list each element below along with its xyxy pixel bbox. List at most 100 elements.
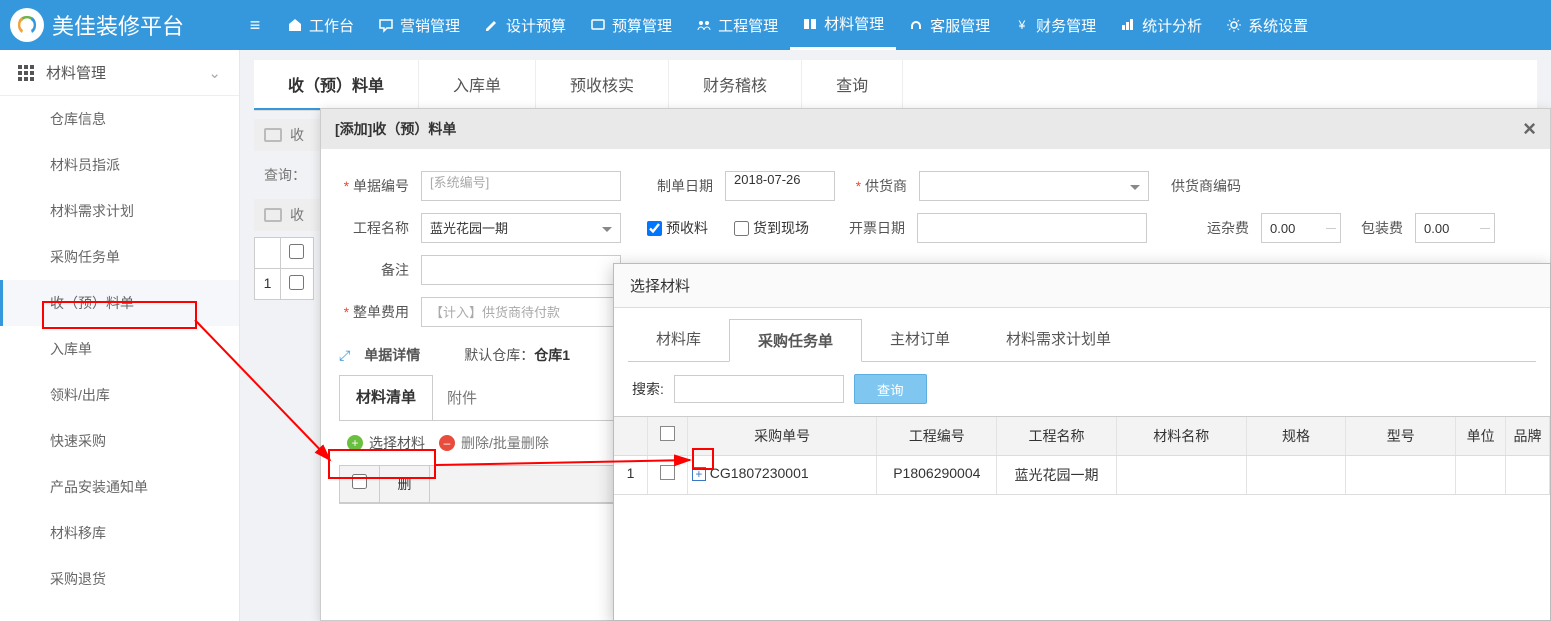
- doc-no-label: 单据编号: [339, 176, 409, 196]
- row-checkbox[interactable]: [660, 465, 675, 480]
- query-button[interactable]: 查询: [854, 374, 927, 404]
- cs-icon: [908, 17, 924, 33]
- nav-workbench[interactable]: 工作台: [275, 0, 366, 50]
- budget-icon: [590, 17, 606, 33]
- expand-icon[interactable]: ⤢: [339, 347, 350, 364]
- page-tabs: 收（预）料单入库单预收核实财务稽核查询: [254, 60, 1537, 111]
- top-nav: 工作台营销管理设计预算预算管理工程管理材料管理客服管理¥财务管理统计分析系统设置: [275, 0, 1320, 50]
- picker-tab-0[interactable]: 材料库: [628, 318, 729, 361]
- monitor-icon: [264, 128, 282, 142]
- nav-cs[interactable]: 客服管理: [896, 0, 1002, 50]
- logo-icon: [10, 8, 44, 42]
- picker-tab-3[interactable]: 材料需求计划单: [978, 318, 1139, 361]
- page-tab-4[interactable]: 查询: [802, 60, 903, 110]
- sidebar-item-1[interactable]: 材料员指派: [0, 142, 239, 188]
- prerecv-checkbox[interactable]: 预收料: [647, 218, 708, 238]
- bg-query-label: 查询：: [264, 165, 306, 185]
- nav-material[interactable]: 材料管理: [790, 0, 896, 50]
- page-tab-2[interactable]: 预收核实: [536, 60, 669, 110]
- stats-icon: [1120, 17, 1136, 33]
- select-material-button[interactable]: + 选择材料: [347, 433, 425, 453]
- sidebar-item-9[interactable]: 材料移库: [0, 510, 239, 556]
- supplier-select[interactable]: [919, 171, 1149, 201]
- sidebar-list: 仓库信息材料员指派材料需求计划采购任务单收（预）料单入库单领料/出库快速采购产品…: [0, 96, 239, 602]
- tab-attachment[interactable]: 附件: [437, 375, 487, 420]
- sidebar-item-8[interactable]: 产品安装通知单: [0, 464, 239, 510]
- nav-marketing[interactable]: 营销管理: [366, 0, 472, 50]
- nav-budget[interactable]: 预算管理: [578, 0, 684, 50]
- bg-row-checkbox[interactable]: [289, 275, 304, 290]
- wholefee-label: 整单费用: [339, 302, 409, 322]
- wholefee-input[interactable]: 【计入】供货商待付款: [421, 297, 621, 327]
- col-mn: 材料名称: [1117, 417, 1247, 455]
- shipfee-input[interactable]: 0.00: [1261, 213, 1341, 243]
- dialog1-title: [添加]收（预）料单: [335, 119, 456, 139]
- col-brand: 品牌: [1506, 417, 1550, 455]
- bg-row-num: 1: [255, 269, 281, 299]
- arrive-checkbox[interactable]: 货到现场: [734, 218, 809, 238]
- sidebar-item-6[interactable]: 领料/出库: [0, 372, 239, 418]
- system-icon: [1226, 17, 1242, 33]
- col-model: 型号: [1346, 417, 1456, 455]
- col-pj: 工程编号: [877, 417, 997, 455]
- bg-title2: 收: [290, 205, 304, 225]
- tab-material-list[interactable]: 材料清单: [339, 375, 433, 420]
- grid-head-checkbox[interactable]: [660, 426, 675, 441]
- col-unit: 单位: [1456, 417, 1506, 455]
- nav-system[interactable]: 系统设置: [1214, 0, 1320, 50]
- close-icon[interactable]: ×: [1523, 116, 1536, 142]
- expand-plus-icon[interactable]: +: [692, 467, 706, 481]
- nav-stats[interactable]: 统计分析: [1108, 0, 1214, 50]
- sidebar-title: 材料管理: [46, 62, 106, 83]
- col-cg: 采购单号: [688, 417, 878, 455]
- table-row[interactable]: 1+ CG1807230001P1806290004蓝光花园一期: [614, 456, 1550, 495]
- bulk-delete-button[interactable]: – 删除/批量删除: [439, 433, 549, 453]
- grid-head-checkbox[interactable]: [352, 474, 367, 489]
- picker-tab-1[interactable]: 采购任务单: [729, 319, 862, 362]
- dialog2-header: 选择材料: [614, 264, 1550, 308]
- project-icon: [696, 17, 712, 33]
- nav-project[interactable]: 工程管理: [684, 0, 790, 50]
- shipfee-label: 运杂费: [1189, 218, 1249, 238]
- project-select[interactable]: 蓝光花园一期: [421, 213, 621, 243]
- finance-icon: ¥: [1014, 17, 1030, 33]
- design-icon: [484, 17, 500, 33]
- logo: 美佳装修平台: [10, 8, 235, 42]
- detail-label: 单据详情: [364, 345, 420, 365]
- cg-no: CG1807230001: [710, 465, 809, 481]
- page-tab-0[interactable]: 收（预）料单: [254, 60, 419, 110]
- packfee-input[interactable]: 0.00: [1415, 213, 1495, 243]
- sidebar-item-10[interactable]: 采购退货: [0, 556, 239, 602]
- picker-tab-2[interactable]: 主材订单: [862, 318, 978, 361]
- sidebar-item-3[interactable]: 采购任务单: [0, 234, 239, 280]
- make-date-input[interactable]: 2018-07-26: [725, 171, 835, 201]
- dialog1-header: [添加]收（预）料单 ×: [321, 109, 1550, 149]
- col-spec: 规格: [1247, 417, 1347, 455]
- invoice-date-input[interactable]: [917, 213, 1147, 243]
- sidebar-item-4[interactable]: 收（预）料单: [0, 280, 239, 326]
- sidebar-item-0[interactable]: 仓库信息: [0, 96, 239, 142]
- sidebar-header[interactable]: 材料管理 ⌄: [0, 50, 239, 96]
- doc-no-input[interactable]: [系统编号]: [421, 171, 621, 201]
- grid-icon: [18, 65, 34, 81]
- default-store-label: 默认仓库：: [464, 347, 534, 363]
- sidebar-item-2[interactable]: 材料需求计划: [0, 188, 239, 234]
- page-tab-1[interactable]: 入库单: [419, 60, 536, 110]
- menu-toggle-icon[interactable]: ≡: [235, 15, 275, 36]
- remark-input[interactable]: [421, 255, 621, 285]
- search-input[interactable]: [674, 375, 844, 403]
- material-picker-dialog: 选择材料 材料库采购任务单主材订单材料需求计划单 搜索: 查询 采购单号 工程编…: [613, 263, 1551, 621]
- plus-circle-icon: +: [347, 435, 363, 451]
- make-date-label: 制单日期: [633, 176, 713, 196]
- bg-head-checkbox[interactable]: [289, 244, 304, 259]
- search-label: 搜索:: [632, 379, 664, 399]
- invoice-date-label: 开票日期: [835, 218, 905, 238]
- bg-title: 收: [290, 125, 304, 145]
- sidebar-item-5[interactable]: 入库单: [0, 326, 239, 372]
- material-icon: [802, 16, 818, 32]
- nav-design[interactable]: 设计预算: [472, 0, 578, 50]
- nav-finance[interactable]: ¥财务管理: [1002, 0, 1108, 50]
- sidebar-item-7[interactable]: 快速采购: [0, 418, 239, 464]
- grid-head-row: 采购单号 工程编号 工程名称 材料名称 规格 型号 单位 品牌: [614, 417, 1550, 456]
- page-tab-3[interactable]: 财务稽核: [669, 60, 802, 110]
